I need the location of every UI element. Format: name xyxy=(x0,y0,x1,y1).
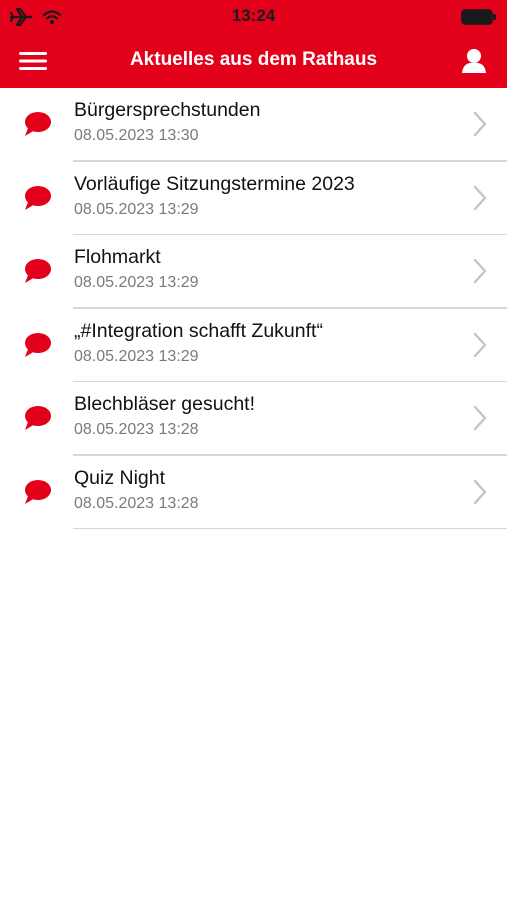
list-item[interactable]: Vorläufige Sitzungstermine 2023 08.05.20… xyxy=(0,162,507,235)
battery-icon xyxy=(461,9,497,30)
speech-bubble-icon xyxy=(25,112,51,136)
speech-bubble-icon xyxy=(25,185,51,210)
chevron-right-icon xyxy=(473,258,487,284)
navigation-bar: Aktuelles aus dem Rathaus xyxy=(0,34,507,88)
list-item-title: Bürgersprechstunden xyxy=(74,99,261,121)
list-item[interactable]: Quiz Night 08.05.2023 13:28 xyxy=(0,456,507,529)
list-item-title: Vorläufige Sitzungstermine 2023 xyxy=(74,172,355,195)
chevron-right-icon xyxy=(473,111,487,137)
divider xyxy=(73,527,507,529)
page-title: Aktuelles aus dem Rathaus xyxy=(129,49,378,70)
chevron-right-icon xyxy=(473,405,487,431)
list-item-date: 08.05.2023 13:29 xyxy=(74,200,199,218)
user-icon[interactable] xyxy=(459,47,489,75)
list-item-date: 08.05.2023 13:29 xyxy=(74,274,199,291)
list-item-date: 08.05.2023 13:28 xyxy=(74,421,199,438)
list-item-date: 08.05.2023 13:28 xyxy=(74,494,199,512)
list-item[interactable]: Bürgersprechstunden 08.05.2023 13:30 xyxy=(0,88,507,162)
speech-bubble-icon xyxy=(25,259,51,283)
menu-icon[interactable] xyxy=(16,47,52,75)
status-bar: 13:24 xyxy=(0,0,507,34)
list-item[interactable]: Blechbläser gesucht! 08.05.2023 13:28 xyxy=(0,382,507,456)
chevron-right-icon xyxy=(473,185,487,210)
list-item[interactable]: Flohmarkt 08.05.2023 13:29 xyxy=(0,235,507,309)
speech-bubble-icon xyxy=(25,479,51,504)
list-item-date: 08.05.2023 13:30 xyxy=(74,127,199,144)
speech-bubble-icon xyxy=(25,332,51,357)
speech-bubble-icon xyxy=(25,406,51,430)
chevron-right-icon xyxy=(473,332,487,357)
list-item-title: Flohmarkt xyxy=(74,246,161,268)
list-item[interactable]: „#Integration schafft Zukunft“ 08.05.202… xyxy=(0,309,507,382)
list-item-date: 08.05.2023 13:29 xyxy=(74,347,199,365)
status-time: 13:24 xyxy=(231,6,276,25)
chevron-right-icon xyxy=(473,479,487,504)
list-item-title: „#Integration schafft Zukunft“ xyxy=(74,319,323,342)
list-item-title: Quiz Night xyxy=(74,466,166,489)
list-item-title: Blechbläser gesucht! xyxy=(74,393,256,415)
news-list: Bürgersprechstunden 08.05.2023 13:30 Vor… xyxy=(0,88,507,529)
